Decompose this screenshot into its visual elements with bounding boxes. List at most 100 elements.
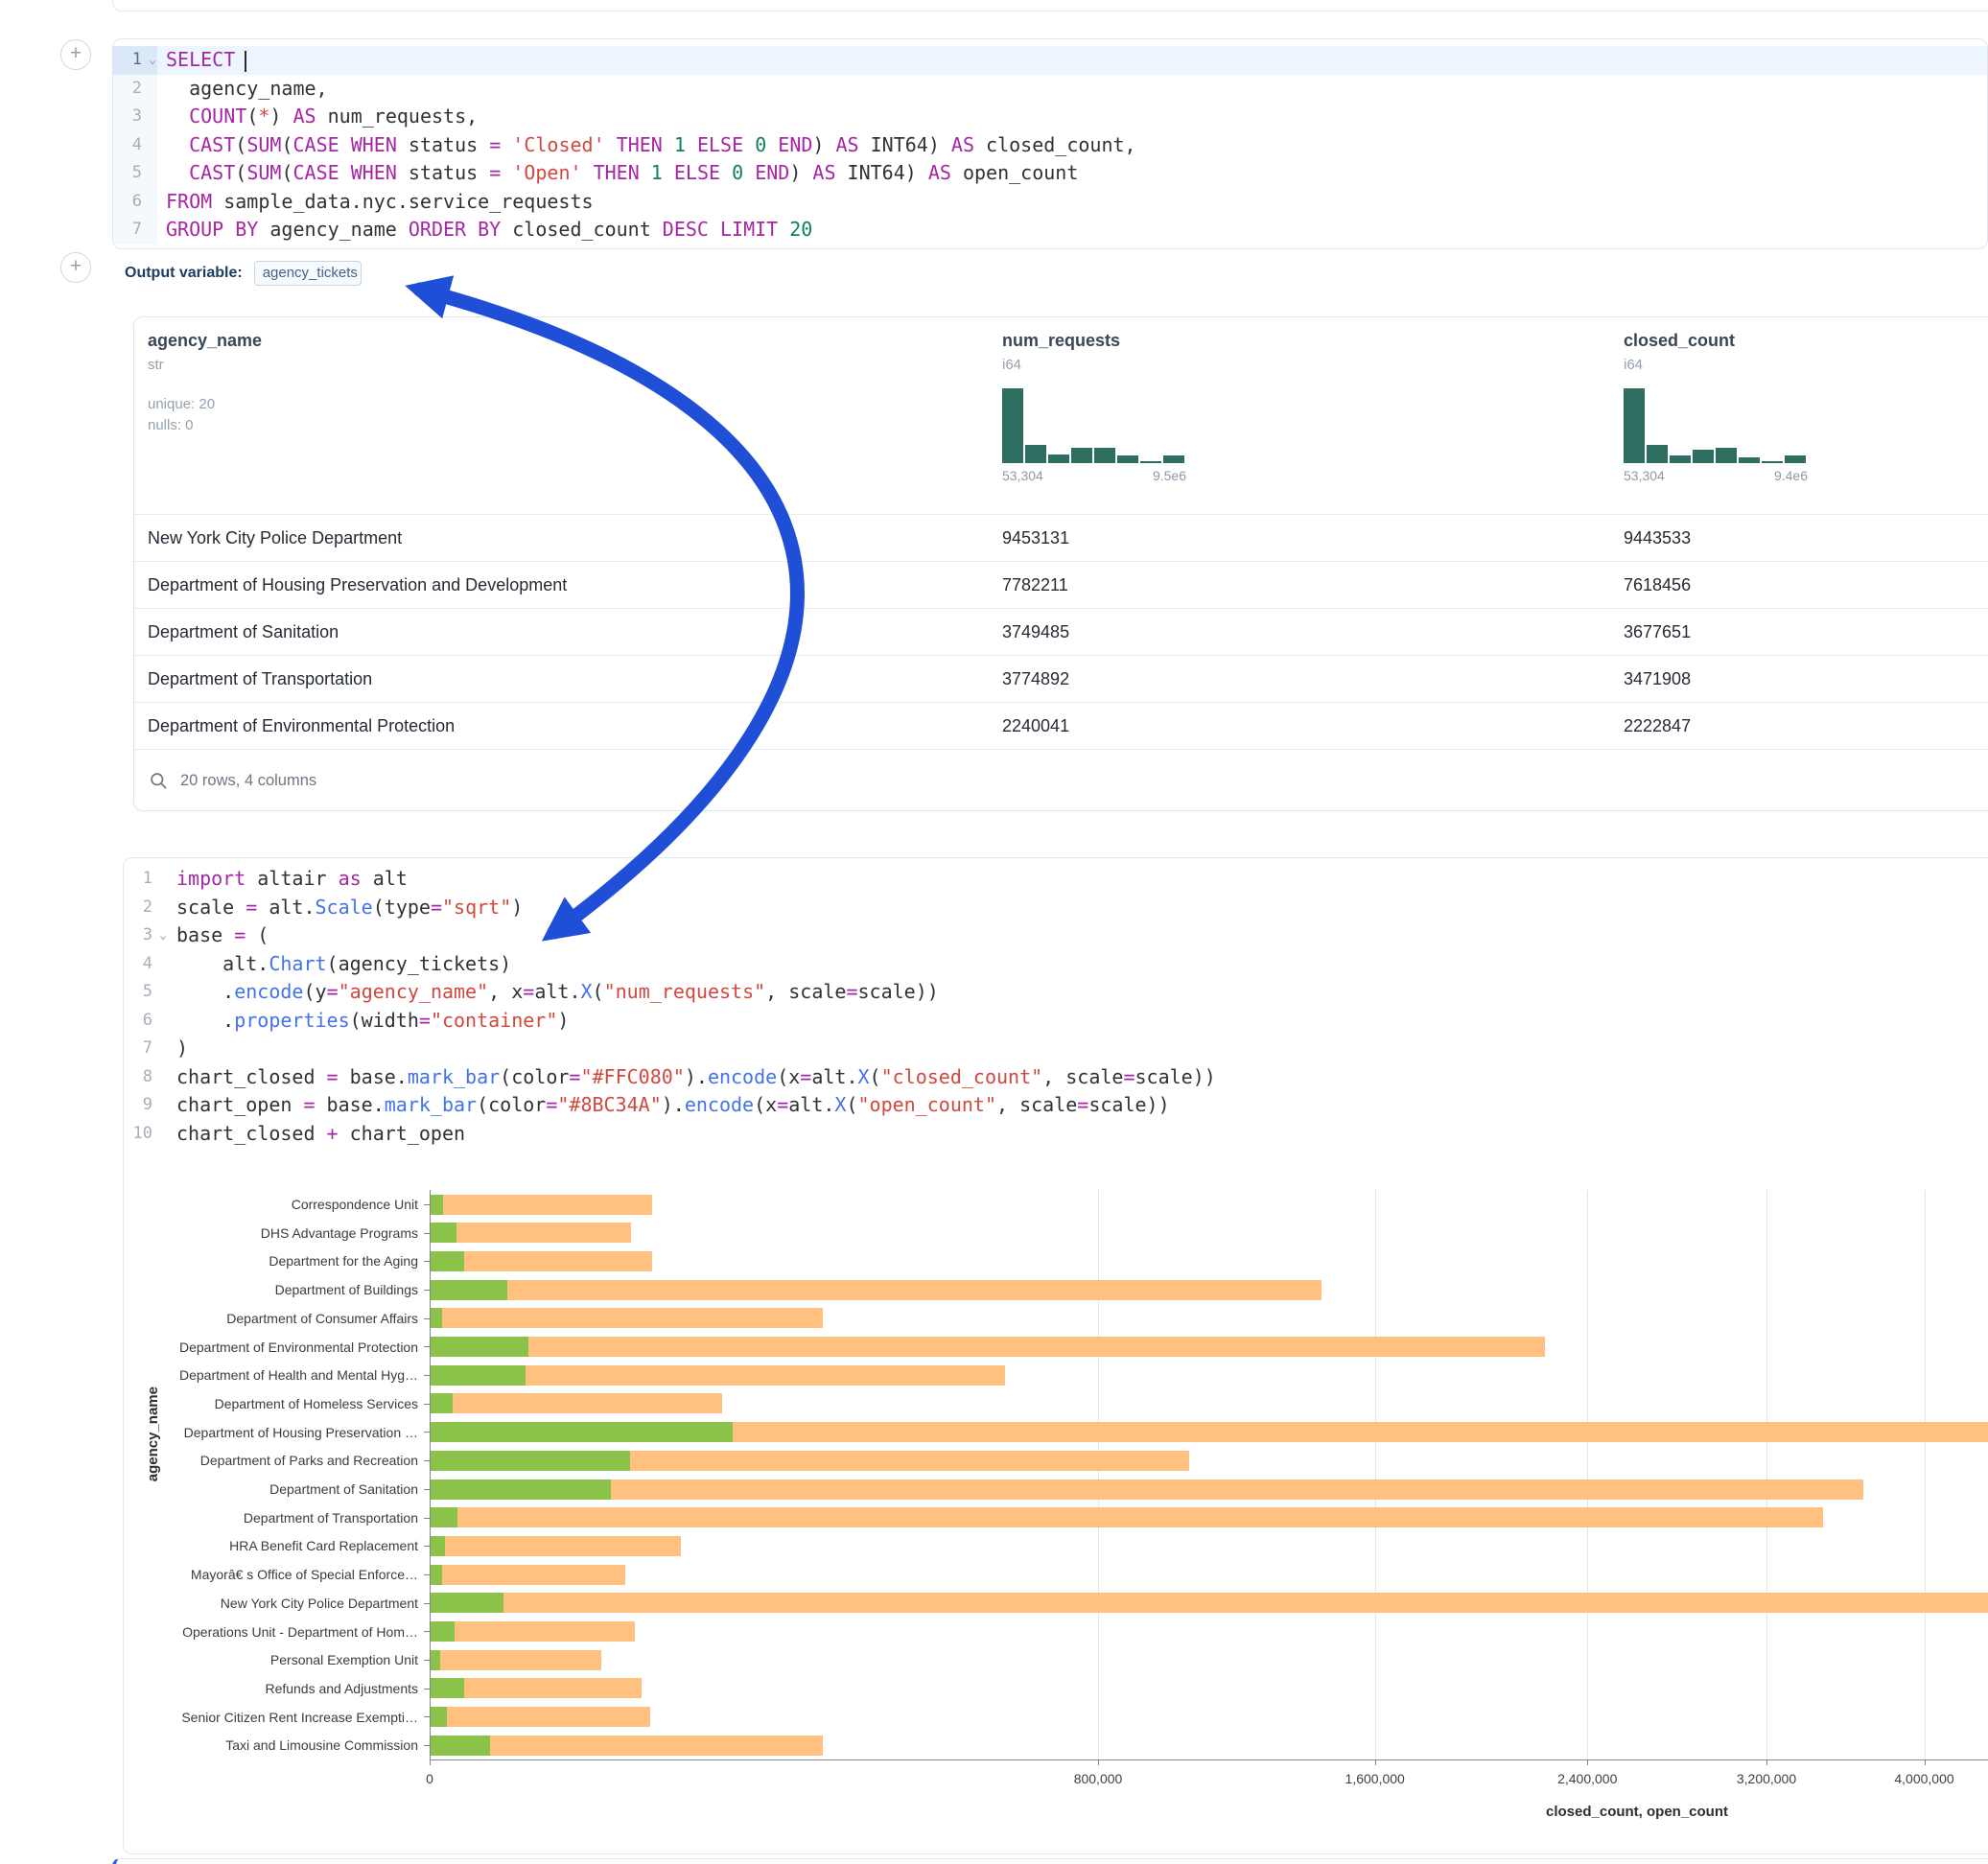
code-text[interactable]: CAST(SUM(CASE WHEN status = 'Open' THEN … bbox=[157, 159, 1987, 188]
code-text[interactable]: alt.Chart(agency_tickets) bbox=[168, 950, 1988, 979]
code-token: import bbox=[176, 867, 246, 890]
bar-closed-count bbox=[431, 1650, 601, 1670]
code-token: ). bbox=[685, 1065, 708, 1088]
bar-open-count bbox=[431, 1451, 630, 1471]
code-token: = bbox=[800, 1065, 811, 1088]
bar-closed-count bbox=[431, 1480, 1863, 1500]
y-axis-tick bbox=[424, 1404, 430, 1405]
y-axis-tick bbox=[424, 1432, 430, 1433]
collapse-chevron-icon[interactable]: ⌄ bbox=[149, 46, 156, 75]
table-row[interactable]: Department of Housing Preservation and D… bbox=[134, 561, 1988, 608]
code-token: alt bbox=[362, 867, 408, 890]
bar-open-count bbox=[431, 1195, 443, 1215]
table-cell: Department of Transportation bbox=[134, 669, 989, 689]
code-token: THEN bbox=[617, 133, 663, 156]
code-token: SUM bbox=[246, 133, 281, 156]
code-text[interactable]: .properties(width="container") bbox=[168, 1007, 1988, 1036]
column-dtype: i64 bbox=[1002, 357, 1610, 373]
code-line[interactable]: 3⌄base = ( bbox=[124, 921, 1988, 950]
search-icon[interactable] bbox=[150, 772, 168, 790]
bar-open-count bbox=[431, 1422, 733, 1442]
code-line[interactable]: 6 .properties(width="container") bbox=[124, 1007, 1988, 1036]
code-line[interactable]: 9chart_open = base.mark_bar(color="#8BC3… bbox=[124, 1091, 1988, 1120]
code-token: CAST bbox=[189, 161, 235, 184]
code-line[interactable]: 7GROUP BY agency_name ORDER BY closed_co… bbox=[113, 216, 1987, 245]
code-text[interactable]: base = ( bbox=[168, 921, 1988, 950]
code-line[interactable]: 8chart_closed = base.mark_bar(color="#FF… bbox=[124, 1063, 1988, 1092]
column-header-num-requests[interactable]: num_requests i64 53,304 9.5e6 bbox=[989, 317, 1610, 514]
code-token: (y bbox=[303, 980, 326, 1003]
code-text[interactable]: chart_closed + chart_open bbox=[168, 1120, 1988, 1149]
bar-closed-count bbox=[431, 1707, 650, 1727]
y-axis-tick bbox=[424, 1489, 430, 1490]
code-token: , scale bbox=[1042, 1065, 1123, 1088]
code-text[interactable]: import altair as alt bbox=[168, 865, 1988, 894]
add-cell-button[interactable]: + bbox=[60, 39, 91, 70]
code-line[interactable]: 2 agency_name, bbox=[113, 75, 1987, 104]
code-line[interactable]: 3 COUNT(*) AS num_requests, bbox=[113, 103, 1987, 131]
y-axis-tick bbox=[424, 1518, 430, 1519]
code-token: ELSE bbox=[674, 161, 720, 184]
code-text[interactable]: FROM sample_data.nyc.service_requests bbox=[157, 188, 1987, 217]
table-row[interactable]: Department of Sanitation37494853677651 bbox=[134, 608, 1988, 655]
code-text[interactable]: agency_name, bbox=[157, 75, 1987, 104]
bar-open-count bbox=[431, 1650, 440, 1670]
y-axis-category-label: Mayorâ€ s Office of Special Enforce… bbox=[124, 1567, 418, 1582]
line-number-gutter: 2 bbox=[113, 75, 157, 104]
code-token: ELSE bbox=[697, 133, 743, 156]
y-axis-tick bbox=[424, 1290, 430, 1291]
histogram-bar bbox=[1025, 445, 1046, 463]
collapse-chevron-icon[interactable]: ⌄ bbox=[159, 921, 167, 950]
code-token: chart_closed bbox=[176, 1065, 327, 1088]
code-text[interactable]: COUNT(*) AS num_requests, bbox=[157, 103, 1987, 131]
output-variable-chip[interactable]: agency_tickets bbox=[254, 261, 362, 286]
bar-closed-count bbox=[431, 1536, 681, 1556]
code-line[interactable]: 10chart_closed + chart_open bbox=[124, 1120, 1988, 1149]
code-token: = bbox=[523, 980, 534, 1003]
code-token: alt. bbox=[811, 1065, 857, 1088]
code-text[interactable]: .encode(y="agency_name", x=alt.X("num_re… bbox=[168, 978, 1988, 1007]
code-text[interactable]: SELECT bbox=[157, 46, 1987, 75]
code-text[interactable]: CAST(SUM(CASE WHEN status = 'Closed' THE… bbox=[157, 131, 1987, 160]
output-variable-label: Output variable: bbox=[125, 265, 243, 282]
line-number-gutter: 5 bbox=[124, 978, 168, 1007]
code-token bbox=[663, 161, 674, 184]
x-axis-tick-label: 4,000,000 bbox=[1894, 1771, 1953, 1786]
table-row[interactable]: Department of Transportation377489234719… bbox=[134, 655, 1988, 702]
chart-gridline bbox=[1587, 1190, 1588, 1759]
python-code-editor[interactable]: 1import altair as alt2scale = alt.Scale(… bbox=[124, 858, 1988, 1148]
column-header-agency-name[interactable]: agency_name str unique: 20 nulls: 0 bbox=[134, 317, 989, 514]
add-cell-button[interactable]: + bbox=[60, 252, 91, 283]
code-line[interactable]: 4 alt.Chart(agency_tickets) bbox=[124, 950, 1988, 979]
column-header-closed-count[interactable]: closed_count i64 53,304 9.4e6 bbox=[1610, 317, 1988, 514]
code-line[interactable]: 1⌄SELECT bbox=[113, 46, 1987, 75]
column-unique-count: unique: 20 bbox=[148, 396, 989, 412]
code-token: CAST bbox=[189, 133, 235, 156]
code-line[interactable]: 5 .encode(y="agency_name", x=alt.X("num_… bbox=[124, 978, 1988, 1007]
code-text[interactable]: chart_closed = base.mark_bar(color="#FFC… bbox=[168, 1063, 1988, 1092]
table-row[interactable]: Department of Environmental Protection22… bbox=[134, 702, 1988, 749]
code-text[interactable]: ) bbox=[168, 1035, 1988, 1063]
y-axis-category-label: HRA Benefit Card Replacement bbox=[124, 1538, 418, 1553]
code-line[interactable]: 5 CAST(SUM(CASE WHEN status = 'Open' THE… bbox=[113, 159, 1987, 188]
bar-open-count bbox=[431, 1337, 528, 1357]
table-body: New York City Police Department945313194… bbox=[134, 514, 1988, 749]
table-cell: 2240041 bbox=[989, 716, 1610, 736]
code-line[interactable]: 7) bbox=[124, 1035, 1988, 1063]
table-row[interactable]: New York City Police Department945313194… bbox=[134, 514, 1988, 561]
sql-code-editor[interactable]: 1⌄SELECT2 agency_name,3 COUNT(*) AS num_… bbox=[113, 39, 1987, 245]
code-text[interactable]: scale = alt.Scale(type="sqrt") bbox=[168, 894, 1988, 922]
code-text[interactable]: GROUP BY agency_name ORDER BY closed_cou… bbox=[157, 216, 1987, 245]
code-line[interactable]: 4 CAST(SUM(CASE WHEN status = 'Closed' T… bbox=[113, 131, 1987, 160]
code-text[interactable]: chart_open = base.mark_bar(color="#8BC34… bbox=[168, 1091, 1988, 1120]
code-token: END bbox=[755, 161, 789, 184]
y-axis-category-label: Senior Citizen Rent Increase Exempti… bbox=[124, 1710, 418, 1725]
code-line[interactable]: 2scale = alt.Scale(type="sqrt") bbox=[124, 894, 1988, 922]
x-axis-line bbox=[430, 1759, 1988, 1760]
histogram-bar bbox=[1739, 457, 1760, 463]
code-line[interactable]: 1import altair as alt bbox=[124, 865, 1988, 894]
y-axis-line bbox=[430, 1190, 431, 1759]
code-token: = bbox=[246, 896, 257, 919]
code-token bbox=[166, 161, 189, 184]
code-line[interactable]: 6FROM sample_data.nyc.service_requests bbox=[113, 188, 1987, 217]
